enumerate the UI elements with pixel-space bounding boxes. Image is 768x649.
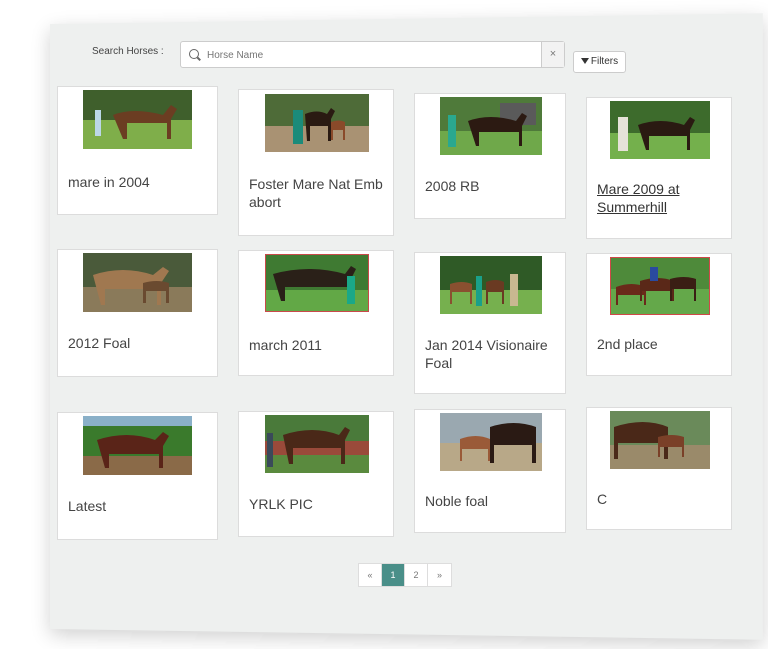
horse-photo [83, 416, 192, 475]
horse-card[interactable]: Jan 2014 Visionaire Foal [414, 252, 566, 394]
horse-title: YRLK PIC [249, 496, 313, 512]
page-1-button[interactable]: 1 [382, 564, 405, 586]
horse-card[interactable]: mare in 2004 [57, 86, 218, 215]
horse-photo [440, 97, 542, 155]
filter-icon [580, 58, 589, 65]
filters-button[interactable]: Filters [573, 51, 626, 73]
horse-card[interactable]: 2012 Foal [57, 249, 218, 377]
page-2-button[interactable]: 2 [405, 564, 428, 586]
horse-photo [83, 90, 192, 149]
horse-photo [440, 413, 542, 471]
horse-title: C [597, 491, 608, 507]
horse-photo [610, 101, 710, 159]
horse-title-link[interactable]: Mare 2009 at Summerhill [597, 180, 727, 216]
horse-title: 2012 Foal [68, 335, 131, 351]
horse-title: mare in 2004 [68, 174, 150, 190]
horse-photo [83, 253, 192, 312]
horse-title: 2nd place [597, 336, 658, 352]
horse-name-input[interactable] [205, 46, 539, 65]
search-icon [189, 49, 199, 59]
horse-title: Noble foal [425, 493, 489, 509]
horse-card[interactable]: march 2011 [238, 250, 394, 376]
search-box[interactable]: × [180, 41, 565, 68]
horse-card[interactable]: 2008 RB [414, 93, 566, 219]
horse-title: Latest [68, 498, 107, 514]
search-label: Search Horses : [92, 46, 164, 57]
horse-photo [265, 254, 369, 312]
horse-card[interactable]: Mare 2009 at Summerhill [586, 97, 732, 239]
previous-page-button[interactable]: « [359, 564, 382, 586]
horse-card[interactable]: Foster Mare Nat Emb abort [238, 89, 394, 236]
horse-title: Foster Mare Nat Emb abort [249, 176, 383, 210]
filters-label: Filters [590, 56, 619, 67]
clear-search-button[interactable]: × [541, 42, 564, 67]
horse-title: 2008 RB [425, 178, 480, 194]
horse-card[interactable]: YRLK PIC [238, 411, 394, 537]
horse-card[interactable]: C [586, 407, 732, 530]
horse-title: march 2011 [249, 337, 322, 353]
horse-photo [610, 411, 710, 469]
next-page-button[interactable]: » [428, 564, 451, 586]
horse-photo [265, 94, 369, 152]
horse-photo [610, 257, 710, 315]
horse-photo [440, 256, 542, 314]
horse-photo [265, 415, 369, 473]
pagination: « 1 2 » [358, 563, 452, 587]
horse-title: Jan 2014 Visionaire Foal [425, 337, 548, 371]
horse-card[interactable]: 2nd place [586, 253, 732, 376]
horse-card[interactable]: Latest [57, 412, 218, 540]
horse-card[interactable]: Noble foal [414, 409, 566, 533]
